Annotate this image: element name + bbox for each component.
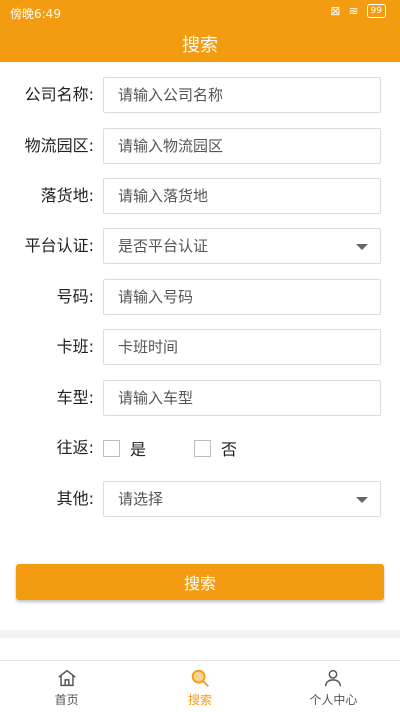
chevron-down-icon bbox=[356, 497, 368, 503]
other-row: 其他: 请选择 bbox=[0, 481, 400, 517]
search-button[interactable]: 搜索 bbox=[16, 564, 384, 600]
roundtrip-no-label: 否 bbox=[221, 440, 238, 459]
home-icon bbox=[57, 669, 76, 687]
other-select-value: 请选择 bbox=[118, 490, 164, 508]
vehicle-row: 车型: bbox=[0, 380, 400, 416]
vehicle-input[interactable] bbox=[103, 380, 381, 416]
chevron-down-icon bbox=[356, 244, 368, 250]
tab-search[interactable]: 搜索 bbox=[133, 661, 266, 712]
platform-select[interactable]: 是否平台认证 bbox=[103, 228, 381, 264]
shift-input[interactable] bbox=[103, 329, 381, 365]
location-label: 落货地: bbox=[40, 186, 94, 205]
status-bar: 傍晚6:49 ⊠ ≋ 99 bbox=[0, 0, 400, 26]
tab-home-label: 首页 bbox=[54, 693, 79, 707]
status-icons: ⊠ ≋ 99 bbox=[330, 4, 386, 18]
location-row: 落货地: bbox=[0, 178, 400, 214]
company-input[interactable] bbox=[103, 77, 381, 113]
other-label: 其他: bbox=[56, 489, 94, 508]
roundtrip-no-checkbox[interactable] bbox=[194, 439, 212, 457]
shift-row: 卡班: bbox=[0, 329, 400, 365]
roundtrip-row: 往返: 是 否 bbox=[0, 430, 400, 466]
roundtrip-label: 往返: bbox=[56, 438, 94, 457]
company-label: 公司名称: bbox=[24, 85, 94, 104]
location-input[interactable] bbox=[103, 178, 381, 214]
vehicle-label: 车型: bbox=[56, 388, 94, 407]
tab-profile-label: 个人中心 bbox=[309, 693, 358, 707]
company-row: 公司名称: bbox=[0, 77, 400, 113]
tab-search-label: 搜索 bbox=[187, 693, 212, 707]
sim-icon: ⊠ bbox=[330, 4, 341, 18]
wifi-icon: ≋ bbox=[348, 4, 359, 18]
search-icon bbox=[191, 669, 209, 687]
section-divider bbox=[0, 630, 400, 638]
park-input[interactable] bbox=[103, 128, 381, 164]
number-input[interactable] bbox=[103, 279, 381, 315]
other-select[interactable]: 请选择 bbox=[103, 481, 381, 517]
roundtrip-yes-checkbox[interactable] bbox=[103, 439, 120, 457]
roundtrip-yes-option[interactable]: 是 bbox=[103, 436, 146, 460]
platform-select-value: 是否平台认证 bbox=[118, 237, 209, 255]
shift-label: 卡班: bbox=[56, 337, 94, 356]
park-row: 物流园区: bbox=[0, 128, 400, 164]
bottom-tab-bar: 首页 搜索 个人中心 bbox=[0, 660, 400, 712]
status-time: 傍晚6:49 bbox=[10, 7, 61, 21]
number-row: 号码: bbox=[0, 279, 400, 315]
user-icon bbox=[325, 669, 342, 687]
platform-row: 平台认证: 是否平台认证 bbox=[0, 228, 400, 264]
tab-profile[interactable]: 个人中心 bbox=[267, 661, 400, 712]
park-label: 物流园区: bbox=[24, 136, 94, 155]
roundtrip-no-option[interactable]: 否 bbox=[194, 436, 237, 460]
battery-icon: 99 bbox=[366, 4, 386, 18]
roundtrip-options: 是 否 bbox=[103, 430, 285, 466]
tab-home[interactable]: 首页 bbox=[0, 661, 133, 712]
roundtrip-yes-label: 是 bbox=[130, 440, 147, 459]
page-title: 搜索 bbox=[0, 26, 400, 62]
platform-label: 平台认证: bbox=[24, 236, 94, 255]
number-label: 号码: bbox=[56, 287, 94, 306]
